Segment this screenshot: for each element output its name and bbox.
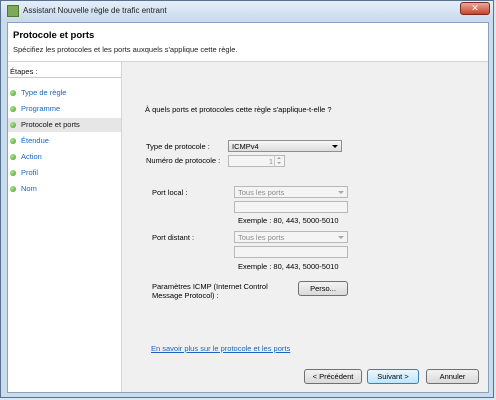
remote-port-input[interactable] (234, 246, 348, 258)
step-bullet-icon (10, 186, 16, 192)
sidebar-item-etendue[interactable]: Étendue (8, 134, 121, 148)
window-title: Assistant Nouvelle règle de trafic entra… (23, 6, 167, 15)
step-bullet-icon (10, 170, 16, 176)
chevron-down-icon (332, 145, 338, 148)
sidebar-item-label: Programme (21, 104, 61, 113)
step-bullet-icon (10, 106, 16, 112)
icmp-settings-label-line1: Paramètres ICMP (Internet Control (152, 282, 268, 291)
remote-port-select[interactable]: Tous les ports (234, 231, 348, 243)
firewall-app-icon (7, 5, 19, 17)
step-bullet-icon (10, 138, 16, 144)
close-button[interactable]: ✕ (460, 2, 490, 15)
stepper-buttons[interactable] (274, 156, 284, 166)
cancel-button[interactable]: Annuler (426, 369, 479, 384)
steps-title: Étapes : (10, 67, 38, 76)
main-content: À quels ports et protocoles cette règle … (122, 62, 488, 392)
sidebar-item-label: Action (21, 152, 42, 161)
previous-button[interactable]: < Précédent (304, 369, 362, 384)
sidebar-item-programme[interactable]: Programme (8, 102, 121, 116)
local-port-input[interactable] (234, 201, 348, 213)
local-port-select[interactable]: Tous les ports (234, 186, 348, 198)
sidebar-item-label: Nom (21, 184, 37, 193)
steps-sidebar: Étapes : Type de règle Programme Protoco… (8, 62, 122, 392)
sidebar-item-profil[interactable]: Profil (8, 166, 121, 180)
chevron-down-icon (277, 162, 281, 164)
sidebar-item-nom[interactable]: Nom (8, 182, 121, 196)
remote-port-value: Tous les ports (238, 233, 285, 242)
protocol-number-value: 1 (268, 157, 273, 166)
wizard-window: Assistant Nouvelle règle de trafic entra… (0, 0, 494, 398)
remote-port-example: Exemple : 80, 443, 5000-5010 (238, 262, 339, 271)
learn-more-link[interactable]: En savoir plus sur le protocole et les p… (151, 344, 290, 353)
local-port-value: Tous les ports (238, 188, 285, 197)
sidebar-item-protocole-et-ports[interactable]: Protocole et ports (8, 118, 121, 132)
local-port-example: Exemple : 80, 443, 5000-5010 (238, 216, 339, 225)
icmp-settings-label-line2: Message Protocol) : (152, 291, 219, 300)
icmp-custom-button[interactable]: Perso... (298, 281, 348, 296)
next-button[interactable]: Suivant > (367, 369, 419, 384)
chevron-down-icon (338, 191, 344, 194)
remote-port-label: Port distant : (152, 233, 195, 242)
wizard-client-area: Protocole et ports Spécifiez les protoco… (7, 22, 489, 393)
sidebar-item-label: Profil (21, 168, 39, 177)
title-bar[interactable]: Assistant Nouvelle règle de trafic entra… (1, 1, 493, 21)
page-subtitle: Spécifiez les protocoles et les ports au… (13, 45, 238, 54)
page-header: Protocole et ports Spécifiez les protoco… (8, 23, 488, 62)
step-bullet-icon (10, 122, 16, 128)
step-bullet-icon (10, 90, 16, 96)
close-icon: ✕ (471, 3, 479, 13)
chevron-down-icon (338, 236, 344, 239)
protocol-number-stepper[interactable]: 1 (228, 155, 285, 167)
local-port-label: Port local : (152, 188, 188, 197)
protocol-type-label: Type de protocole : (146, 142, 210, 151)
sidebar-item-action[interactable]: Action (8, 150, 121, 164)
ports-question: À quels ports et protocoles cette règle … (145, 105, 332, 114)
page-title: Protocole et ports (13, 30, 95, 41)
protocol-type-select[interactable]: ICMPv4 (228, 140, 342, 152)
sidebar-item-label: Protocole et ports (21, 120, 80, 129)
sidebar-item-label: Étendue (21, 136, 49, 145)
protocol-number-label: Numéro de protocole : (146, 156, 221, 165)
step-bullet-icon (10, 154, 16, 160)
chevron-up-icon (277, 157, 281, 159)
steps-divider (8, 77, 121, 78)
sidebar-item-label: Type de règle (21, 88, 67, 97)
sidebar-item-type-de-regle[interactable]: Type de règle (8, 86, 121, 100)
protocol-type-value: ICMPv4 (232, 142, 259, 151)
